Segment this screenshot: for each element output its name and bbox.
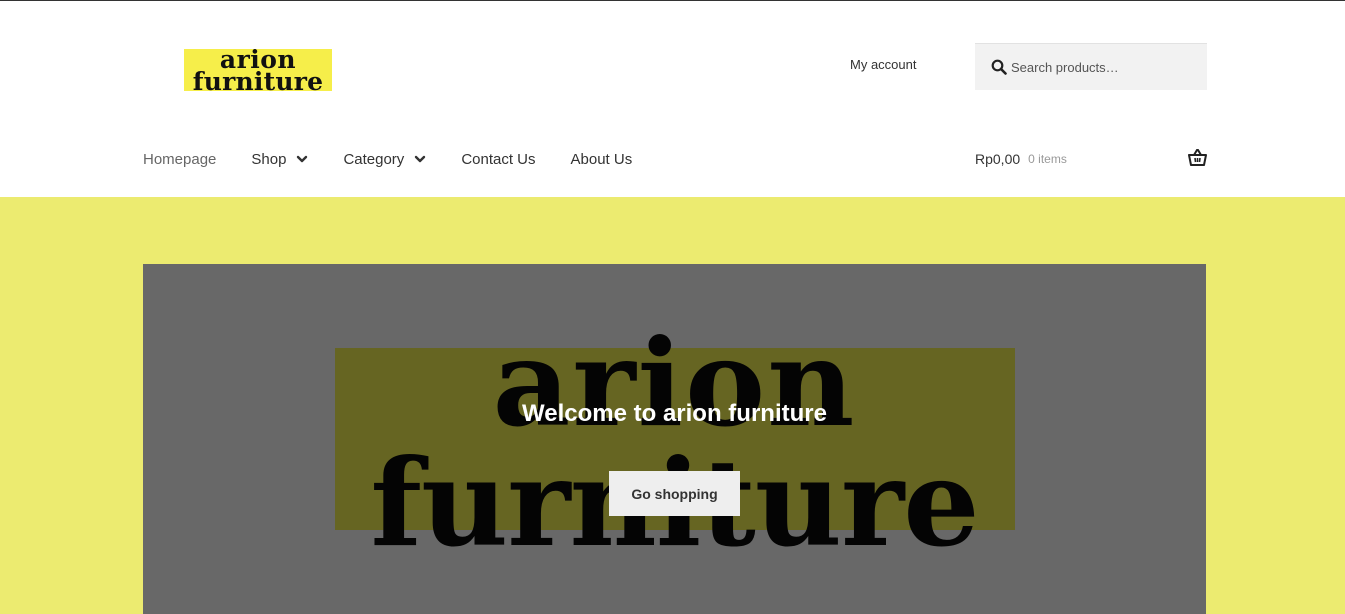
site-header: arion furniture My account Homepage Shop…	[0, 1, 1345, 197]
nav-item-shop[interactable]: Shop	[251, 147, 308, 171]
my-account-link[interactable]: My account	[850, 57, 916, 72]
basket-icon	[1188, 149, 1207, 166]
nav-item-label: Homepage	[143, 150, 217, 168]
chevron-down-icon	[297, 155, 308, 163]
nav-item-label: Shop	[251, 150, 287, 168]
cart-item-count: 0 items	[1028, 152, 1067, 166]
search-icon	[991, 59, 1007, 75]
site-logo[interactable]: arion furniture	[184, 47, 332, 96]
nav-item-label: About Us	[570, 150, 633, 168]
chevron-down-icon	[415, 155, 426, 163]
product-search	[975, 43, 1207, 90]
nav-item-contact-us[interactable]: Contact Us	[461, 147, 535, 171]
nav-item-category[interactable]: Category	[343, 147, 426, 171]
search-input[interactable]	[1011, 56, 1197, 78]
nav-item-label: Contact Us	[461, 150, 536, 168]
nav-item-label: Category	[343, 150, 405, 168]
cart-link[interactable]: Rp0,00 0 items	[975, 147, 1207, 171]
go-shopping-button[interactable]: Go shopping	[609, 471, 740, 516]
logo-line-2: furniture	[192, 67, 324, 96]
primary-navigation: Homepage Shop Category Contact Us About …	[143, 147, 667, 171]
hero-banner: arion furniture Welcome to arion furnitu…	[143, 264, 1206, 614]
hero-title: Welcome to arion furniture	[522, 400, 827, 427]
cart-amount: Rp0,00	[975, 151, 1021, 167]
nav-item-about-us[interactable]: About Us	[571, 147, 633, 171]
nav-item-homepage[interactable]: Homepage	[143, 147, 216, 171]
